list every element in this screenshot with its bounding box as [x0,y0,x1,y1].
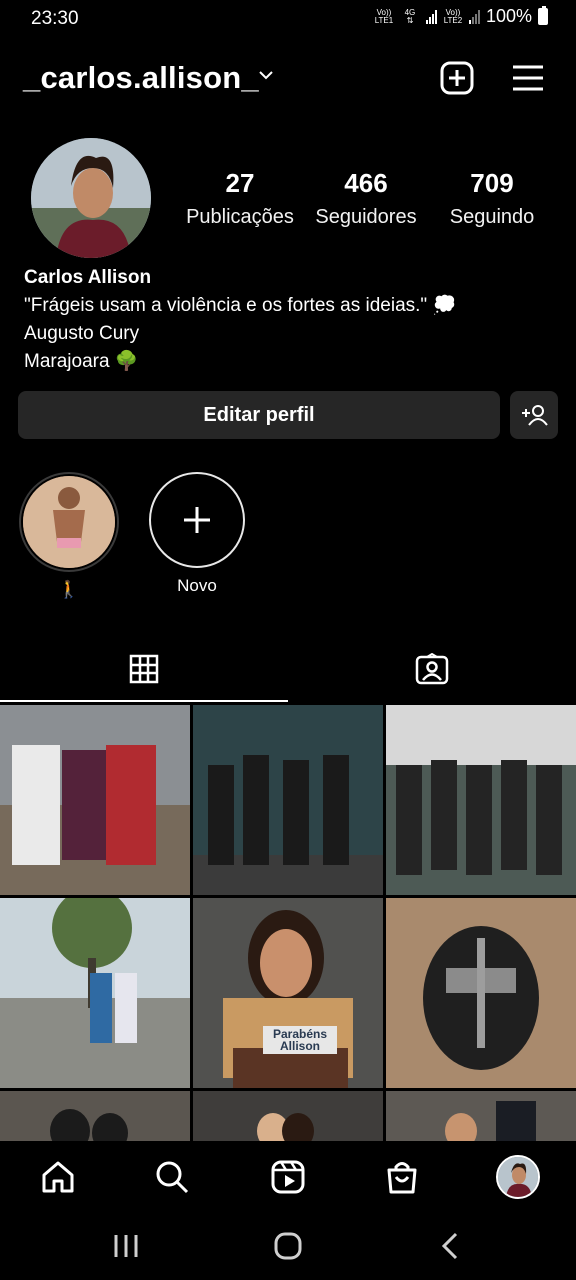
grid-post[interactable] [193,705,383,895]
grid-post[interactable] [193,1091,383,1141]
bio-line: Marajoara 🌳 [24,351,139,372]
bottom-navigation [0,1141,576,1209]
tab-tagged[interactable] [288,636,576,702]
profile-avatar[interactable] [496,1155,540,1199]
recents-icon[interactable] [106,1231,146,1261]
signal-icon [425,9,437,24]
status-bar: 23:30 Vo)) LTE1 4G ⇅ Vo)) LTE2 100% [0,0,576,36]
sim2-label: Vo)) LTE2 [443,7,463,25]
avatar[interactable] [31,138,151,258]
grid-post[interactable]: Parabéns Allison [193,898,383,1088]
status-time: 23:30 [31,8,79,29]
stat-followers[interactable]: 466 Seguidores [306,168,426,229]
grid-icon [129,654,159,684]
menu-icon[interactable] [510,60,546,96]
cake-topper-text: Parabéns Allison [263,1026,337,1054]
status-icons: Vo)) LTE1 4G ⇅ Vo)) LTE2 100% [374,6,548,27]
chevron-down-icon[interactable] [258,68,274,86]
stat-following[interactable]: 709 Seguindo [432,168,552,229]
highlight-label: Novo [177,576,217,595]
shop-icon[interactable] [380,1155,424,1199]
post-grid: Parabéns Allison [0,705,576,1141]
profile-name: Carlos Allison [24,267,152,288]
home-button-icon[interactable] [268,1231,308,1261]
tagged-icon [415,653,449,685]
story-highlight[interactable]: 🚶 [18,472,120,600]
active-tab-indicator [0,700,288,702]
bio-line: "Frágeis usam a violência e os fortes as… [24,295,457,316]
edit-profile-button[interactable]: Editar perfil [18,391,500,439]
plus-icon [149,472,245,568]
grid-post[interactable] [0,705,190,895]
battery-percent: 100% [485,6,532,26]
grid-post[interactable] [386,1091,576,1141]
system-navigation [0,1209,576,1280]
new-highlight-button[interactable]: Novo [146,472,248,596]
reels-icon[interactable] [266,1155,310,1199]
home-icon[interactable] [36,1155,80,1199]
tab-grid[interactable] [0,636,288,702]
grid-post[interactable] [0,1091,190,1141]
search-icon[interactable] [150,1155,194,1199]
bio: Carlos Allison "Frágeis usam a violência… [24,264,554,376]
back-icon[interactable] [430,1231,470,1261]
bio-line: Augusto Cury [24,323,140,344]
grid-post[interactable] [0,898,190,1088]
username[interactable]: _carlos.allison_ [23,60,259,96]
profile-header: _carlos.allison_ [0,50,576,106]
grid-post[interactable] [386,705,576,895]
profile-tabs [0,636,576,702]
add-person-icon[interactable] [510,391,558,439]
highlight-cover [23,476,115,568]
network-type: 4G ⇅ [404,7,416,25]
stat-posts[interactable]: 27 Publicações [180,168,300,229]
sim1-label: Vo)) LTE1 [374,7,394,25]
battery-icon [538,6,548,25]
grid-post[interactable] [386,898,576,1088]
new-post-icon[interactable] [439,60,475,96]
signal-icon-2 [468,9,480,24]
highlight-label: 🚶 [58,580,80,599]
